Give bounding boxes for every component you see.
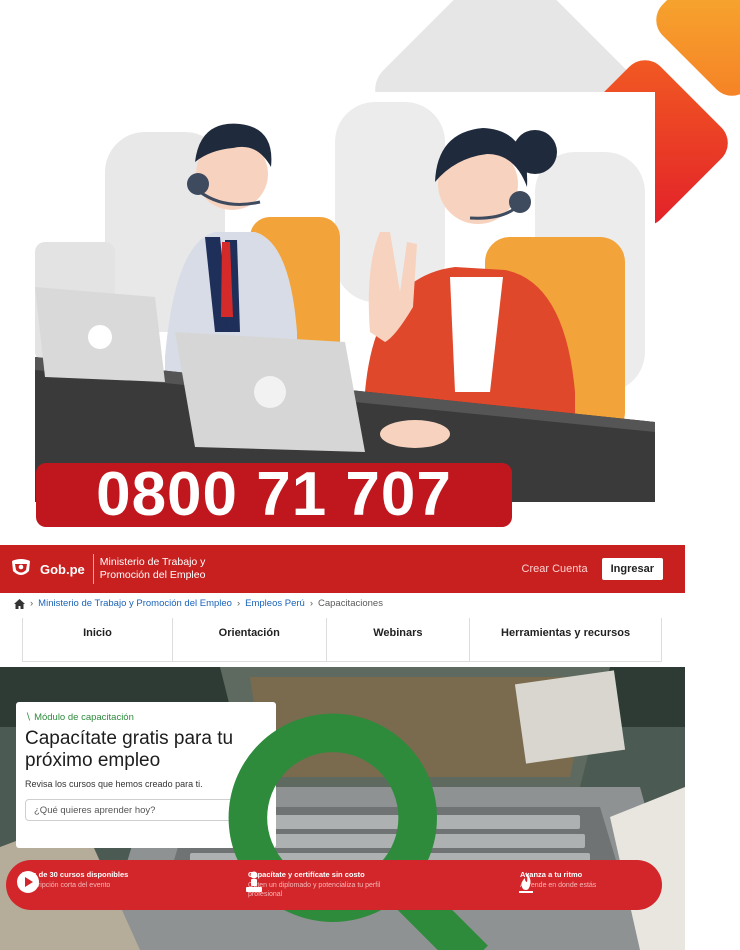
nav-item-inicio[interactable]: Inicio	[23, 618, 173, 661]
login-button[interactable]: Ingresar	[601, 558, 663, 580]
feature-title: Capacítate y certifícate sin costo	[248, 870, 365, 879]
breadcrumb-ministry[interactable]: Ministerio de Trabajo y Promoción del Em…	[38, 598, 232, 609]
site-header: Gob.pe Ministerio de Trabajo y Promoción…	[0, 545, 685, 593]
promo-banner: 0800 71 707	[0, 0, 740, 530]
chevron-right-icon: ›	[30, 598, 34, 609]
chevron-right-icon: ›	[309, 598, 313, 609]
training-module-card: ∖ Módulo de capacitación Capacítate grat…	[16, 702, 488, 950]
hero-section: ∖ Módulo de capacitación Capacítate grat…	[0, 667, 685, 950]
search-box[interactable]: ¿Qué quieres aprender hoy?	[25, 713, 488, 950]
search-icon[interactable]	[16, 702, 685, 950]
feature-certification: Capacítate y certifícate sin costo Opten…	[242, 870, 408, 899]
breadcrumb: › Ministerio de Trabajo y Promoción del …	[14, 598, 383, 609]
create-account-link[interactable]: Crear Cuenta	[522, 563, 588, 575]
page: 0800 71 707 Gob.pe Ministerio de Trabajo…	[0, 0, 740, 950]
breadcrumb-empleos[interactable]: Empleos Perú	[245, 598, 305, 609]
features-banner: Más de 30 cursos disponibles Descripción…	[6, 860, 662, 910]
call-center-illustration	[35, 92, 655, 502]
feature-own-pace: Avanza a tu ritmo Aprende en donde estás	[514, 870, 596, 893]
nav-item-herramientas[interactable]: Herramientas y recursos	[470, 618, 661, 661]
feature-courses: Más de 30 cursos disponibles Descripción…	[16, 870, 128, 893]
person-podium-icon	[246, 871, 262, 892]
coat-of-arms-icon	[12, 559, 30, 575]
home-icon[interactable]	[14, 598, 25, 609]
feature-desc: Opten un diplomado y potencializa tu per…	[248, 882, 381, 898]
website-preview: Gob.pe Ministerio de Trabajo y Promoción…	[0, 545, 685, 950]
ministry-name: Ministerio de Trabajo y Promoción del Em…	[99, 556, 206, 581]
nav-item-orientacion[interactable]: Orientación	[173, 618, 327, 661]
breadcrumb-current: Capacitaciones	[317, 598, 383, 609]
hotline-number: 0800 71 707	[36, 463, 512, 527]
play-circle-icon	[17, 871, 39, 893]
main-nav: Inicio Orientación Webinars Herramientas…	[22, 618, 662, 662]
divider	[92, 554, 94, 584]
gob-logo-text: Gob.pe	[40, 561, 85, 577]
gob-logo[interactable]: Gob.pe	[8, 558, 85, 580]
nav-item-webinars[interactable]: Webinars	[327, 618, 471, 661]
chevron-right-icon: ›	[236, 598, 241, 609]
flame-icon	[519, 872, 533, 893]
